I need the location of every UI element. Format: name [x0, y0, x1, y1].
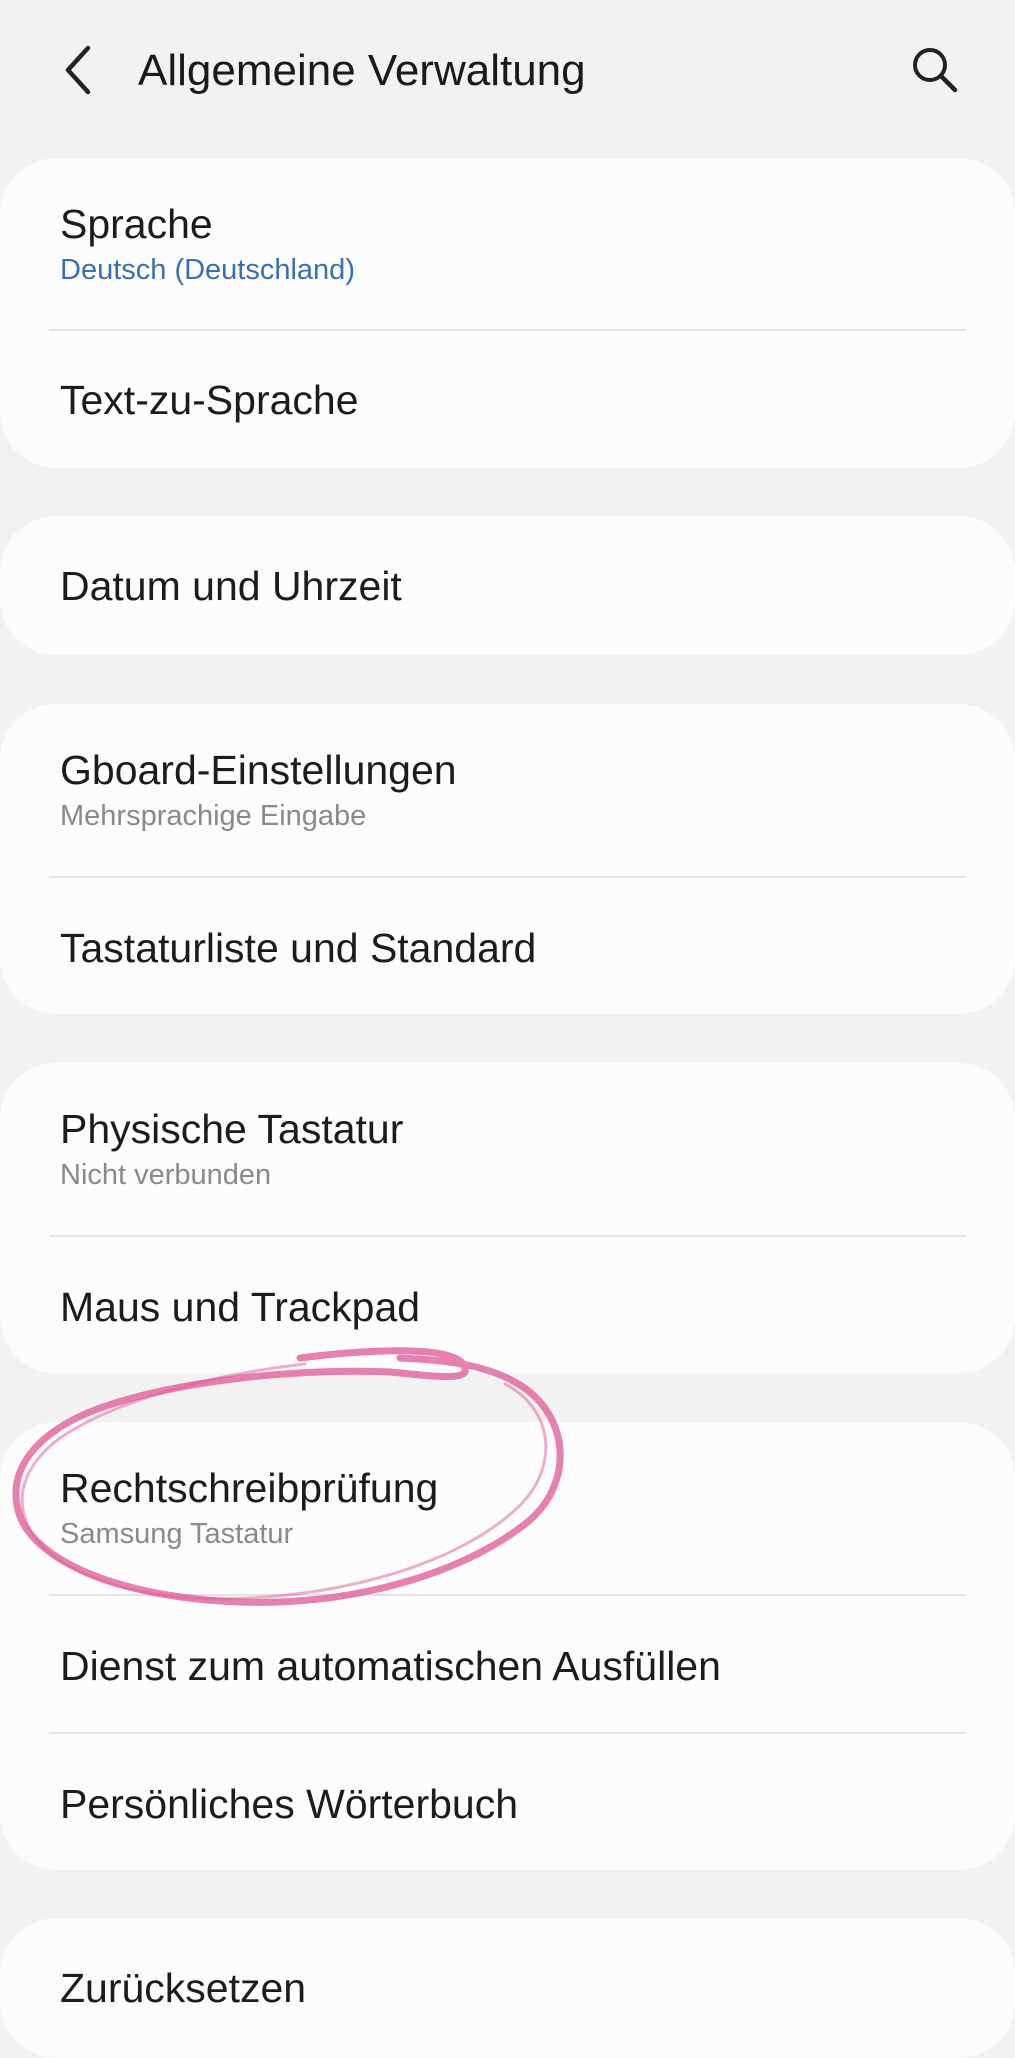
list-item-gboard-settings[interactable]: Gboard-Einstellungen Mehrsprachige Einga… — [0, 744, 1015, 876]
divider — [49, 1732, 966, 1734]
list-item-date-time[interactable]: Datum und Uhrzeit — [0, 560, 1015, 620]
list-item-spell-check[interactable]: Rechtschreibprüfung Samsung Tastatur — [0, 1462, 1015, 1594]
divider — [49, 329, 966, 331]
list-item-title: Physische Tastatur — [60, 1106, 404, 1152]
settings-group-reset: Zurücksetzen — [0, 1918, 1015, 2058]
divider — [49, 1594, 966, 1596]
list-item-subtitle: Mehrsprachige Eingabe — [60, 800, 367, 832]
settings-group-date: Datum und Uhrzeit — [0, 516, 1015, 655]
settings-group-spelling: Rechtschreibprüfung Samsung Tastatur Die… — [0, 1422, 1015, 1870]
list-item-subtitle: Deutsch (Deutschland) — [60, 254, 355, 286]
list-item-title: Datum und Uhrzeit — [60, 563, 402, 609]
list-item-title: Rechtschreibprüfung — [60, 1465, 439, 1511]
list-item-title: Persönliches Wörterbuch — [60, 1781, 519, 1827]
list-item-keyboard-list[interactable]: Tastaturliste und Standard — [0, 922, 1015, 992]
list-item-mouse-trackpad[interactable]: Maus und Trackpad — [0, 1281, 1015, 1351]
list-item-sprache[interactable]: Sprache Deutsch (Deutschland) — [0, 198, 1015, 330]
search-icon — [913, 48, 958, 93]
list-item-subtitle: Nicht verbunden — [60, 1159, 272, 1191]
list-item-title: Dienst zum automatischen Ausfüllen — [60, 1643, 721, 1689]
divider — [49, 876, 966, 878]
settings-group-language: Sprache Deutsch (Deutschland) Text-zu-Sp… — [0, 158, 1015, 468]
list-item-subtitle: Samsung Tastatur — [60, 1518, 294, 1550]
back-button[interactable] — [50, 38, 106, 102]
settings-group-physical-keyboard: Physische Tastatur Nicht verbunden Maus … — [0, 1063, 1015, 1373]
list-item-physical-keyboard[interactable]: Physische Tastatur Nicht verbunden — [0, 1103, 1015, 1235]
list-item-autofill-service[interactable]: Dienst zum automatischen Ausfüllen — [0, 1640, 1015, 1710]
search-button[interactable] — [900, 38, 970, 102]
list-item-title: Text-zu-Sprache — [60, 377, 359, 423]
app-header: Allgemeine Verwaltung — [0, 0, 1015, 140]
list-item-personal-dictionary[interactable]: Persönliches Wörterbuch — [0, 1778, 1015, 1848]
list-item-title: Maus und Trackpad — [60, 1284, 421, 1330]
list-item-text-to-speech[interactable]: Text-zu-Sprache — [0, 374, 1015, 444]
list-item-title: Tastaturliste und Standard — [60, 925, 537, 971]
list-item-title: Zurücksetzen — [60, 1965, 307, 2011]
chevron-left-icon — [65, 45, 91, 95]
list-item-reset[interactable]: Zurücksetzen — [0, 1962, 1015, 2022]
list-item-title: Gboard-Einstellungen — [60, 747, 457, 793]
page-title: Allgemeine Verwaltung — [138, 46, 586, 95]
list-item-title: Sprache — [60, 201, 213, 247]
divider — [49, 1235, 966, 1237]
settings-group-keyboard: Gboard-Einstellungen Mehrsprachige Einga… — [0, 704, 1015, 1014]
